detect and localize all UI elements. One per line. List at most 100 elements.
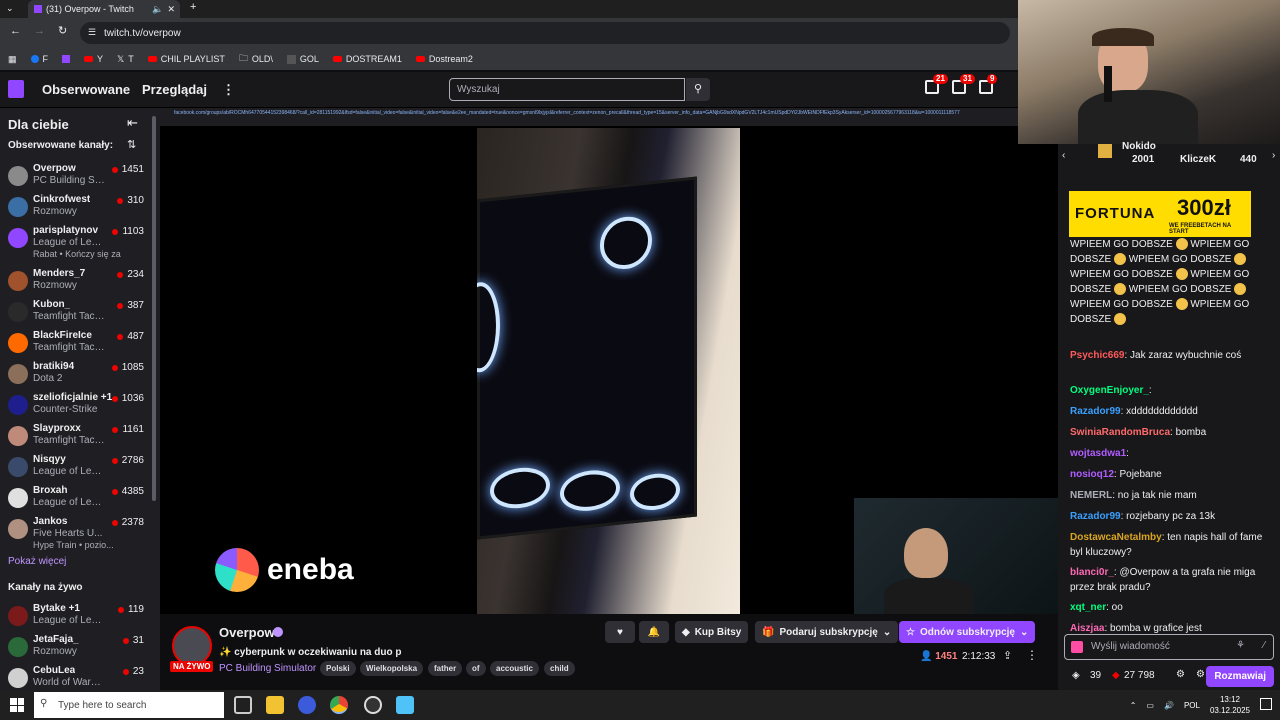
whispers-icon[interactable]: 9 — [979, 74, 998, 94]
chevron-right-icon[interactable]: › — [1272, 150, 1275, 161]
streamer-avatar[interactable] — [172, 626, 212, 666]
file-explorer-icon[interactable] — [266, 696, 284, 714]
back-icon[interactable]: ← — [10, 25, 21, 37]
twitch-logo-icon[interactable] — [8, 80, 24, 98]
send-chat-button[interactable]: Rozmawiaj — [1206, 666, 1274, 687]
nav-following[interactable]: Obserwowane — [42, 82, 130, 97]
leader-name: KliczeK — [1180, 154, 1217, 165]
commands-icon[interactable]: ⁄ — [1263, 640, 1265, 651]
obs-icon[interactable] — [364, 696, 382, 714]
discord-icon[interactable] — [298, 696, 316, 714]
tab-close-icon[interactable]: ✕ — [167, 4, 175, 15]
chevron-left-icon[interactable]: ‹ — [1062, 150, 1065, 161]
reload-icon[interactable]: ↻ — [58, 24, 67, 37]
streamer-name[interactable]: Overpow — [219, 625, 275, 640]
address-bar[interactable]: ☰ twitch.tv/overpow — [80, 22, 1010, 44]
new-tab-icon[interactable]: + — [190, 1, 196, 13]
taskbar-search[interactable]: ⚲ Type here to search — [34, 692, 224, 718]
chat-username[interactable]: Aiszjaa — [1070, 623, 1104, 634]
stream-category[interactable]: PC Building Simulator — [219, 663, 316, 674]
stream-tag[interactable]: child — [544, 661, 575, 676]
collapse-sidebar-icon[interactable]: ⇤ — [127, 115, 138, 131]
sidebar-channel[interactable]: szelioficjalnie +1 Counter-Strike 1036 — [0, 391, 150, 421]
bookmark-item[interactable]: Dostream2 — [415, 54, 473, 64]
chat-username[interactable]: Razador99 — [1070, 406, 1121, 417]
chat-username[interactable]: wojtasdwa1 — [1070, 448, 1126, 459]
stream-tag[interactable]: Wielkopolska — [360, 661, 424, 676]
chevron-up-icon[interactable]: ⌃ — [1130, 701, 1137, 710]
bookmark-folder[interactable]: 🗀 OLD\ — [239, 51, 273, 67]
search-button[interactable]: ⚲ — [686, 78, 710, 101]
sidebar-channel[interactable]: Slayproxx Teamfight Tacti... 1161 — [0, 422, 150, 452]
bookmark-item[interactable]: 𝕏T — [117, 54, 134, 65]
sidebar-channel[interactable]: Overpow PC Building Si... 1451 — [0, 162, 150, 192]
emote-picker-icon[interactable]: ⚘ — [1236, 640, 1245, 651]
sidebar-channel[interactable]: JetaFaja_ Rozmowy 31 — [0, 633, 150, 663]
notifications-bell-button[interactable]: 🔔 — [639, 621, 669, 643]
show-more-link[interactable]: Pokaż więcej — [8, 556, 66, 567]
sidebar-channel[interactable]: Kubon_ Teamfight Tacti... 387 — [0, 298, 150, 328]
sidebar-channel[interactable]: Cinkrofwest Rozmowy 310 — [0, 193, 150, 223]
stream-tag[interactable]: accoustic — [490, 661, 539, 676]
chat-username[interactable]: OxygenEnjoyer_ — [1070, 385, 1149, 396]
bookmark-item[interactable]: GOL — [286, 54, 319, 64]
clock[interactable]: 13:12 03.12.2025 — [1210, 694, 1250, 716]
sidebar-scrollbar[interactable] — [152, 116, 156, 501]
volume-icon[interactable]: 🔊 — [1164, 701, 1174, 710]
video-player[interactable]: facebook.com/groups/ab/ROCMh647705441523… — [160, 108, 1058, 614]
sidebar-channel[interactable]: bratiki94 Dota 2 1085 — [0, 360, 150, 390]
search-input[interactable]: Wyszukaj — [449, 78, 685, 101]
tab-audio-icon[interactable]: 🔈 — [152, 4, 163, 15]
stream-tag[interactable]: of — [466, 661, 486, 676]
start-icon[interactable] — [10, 698, 24, 712]
forward-icon[interactable]: → — [34, 25, 45, 37]
share-icon[interactable]: ⇪ — [1003, 649, 1012, 662]
bookmark-item[interactable]: F — [30, 54, 48, 64]
sort-icon[interactable]: ⇅ — [127, 138, 136, 151]
site-info-icon[interactable]: ☰ — [88, 27, 96, 38]
sidebar-channel[interactable]: parisplatynov League of Leg... 1103 Rabat •… — [0, 224, 150, 259]
bookmark-item[interactable] — [62, 55, 71, 63]
task-view-icon[interactable] — [234, 696, 252, 714]
prime-loot-icon[interactable]: 21 — [925, 74, 948, 94]
chat-username[interactable]: SwiniaRandomBruca — [1070, 427, 1170, 438]
app-icon[interactable] — [396, 696, 414, 714]
chat-username[interactable]: nosioq12 — [1070, 469, 1114, 480]
sidebar-channel[interactable]: Jankos Five Hearts U... 2378 Hype Train • p… — [0, 515, 150, 550]
chat-username[interactable]: NEMERL — [1070, 490, 1112, 501]
bookmark-item[interactable]: DOSTREAM1 — [332, 54, 402, 64]
settings-icon[interactable]: ⚙ — [1176, 669, 1185, 680]
sidebar-channel[interactable]: Menders_7 Rozmowy 234 — [0, 267, 150, 297]
language-indicator[interactable]: POL — [1184, 701, 1200, 710]
chat-username[interactable]: xqt_ner — [1070, 602, 1106, 613]
more-menu-icon[interactable]: ⋮ — [222, 82, 235, 98]
bookmark-item[interactable]: Y — [84, 54, 103, 64]
more-options-icon[interactable]: ⋮ — [1026, 648, 1038, 662]
tab-menu-icon[interactable]: ⌄ — [6, 3, 14, 14]
network-icon[interactable]: ▭ — [1146, 701, 1154, 710]
resubscribe-button[interactable]: ☆ Odnów subskrypcję ⌄ — [899, 621, 1036, 643]
notification-center-icon[interactable] — [1260, 698, 1272, 710]
stream-tag[interactable]: Polski — [320, 661, 356, 676]
buy-bits-button[interactable]: ◆ Kup Bitsy — [675, 621, 749, 643]
follow-button[interactable]: ♥ — [605, 621, 635, 643]
chat-input[interactable]: Wyślij wiadomość ⚘ ⁄ — [1064, 634, 1274, 660]
chat-username[interactable]: Psychic669 — [1070, 350, 1125, 361]
stream-tag[interactable]: father — [428, 661, 463, 676]
chrome-icon[interactable] — [330, 696, 348, 714]
channel-points-icon[interactable]: ◈ — [1072, 670, 1080, 681]
apps-icon[interactable]: ▦ — [8, 54, 17, 65]
bookmark-item[interactable]: CHIL PLAYLIST — [147, 54, 225, 64]
gear-icon[interactable]: ⚙ — [1196, 669, 1205, 680]
notifications-icon[interactable]: 31 — [952, 74, 975, 94]
sidebar-channel[interactable]: Bytake +1 League of Lege... 119 — [0, 602, 150, 632]
sidebar-channel[interactable]: BlackFireIce Teamfight Tacti... 487 — [0, 329, 150, 359]
chat-username[interactable]: Razador99 — [1070, 511, 1121, 522]
chat-username[interactable]: blanci0r_ — [1070, 567, 1114, 578]
gift-sub-button[interactable]: 🎁 Podaruj subskrypcję ⌄ — [755, 621, 899, 643]
browser-tab[interactable]: (31) Overpow - Twitch 🔈 ✕ — [28, 0, 180, 18]
sidebar-channel[interactable]: Broxah League of Leg... 4385 — [0, 484, 150, 514]
chat-username[interactable]: DostawcaNetalmby — [1070, 532, 1162, 543]
nav-browse[interactable]: Przeglądaj — [142, 82, 207, 97]
sidebar-channel[interactable]: Nisqyy League of Leg... 2786 — [0, 453, 150, 483]
